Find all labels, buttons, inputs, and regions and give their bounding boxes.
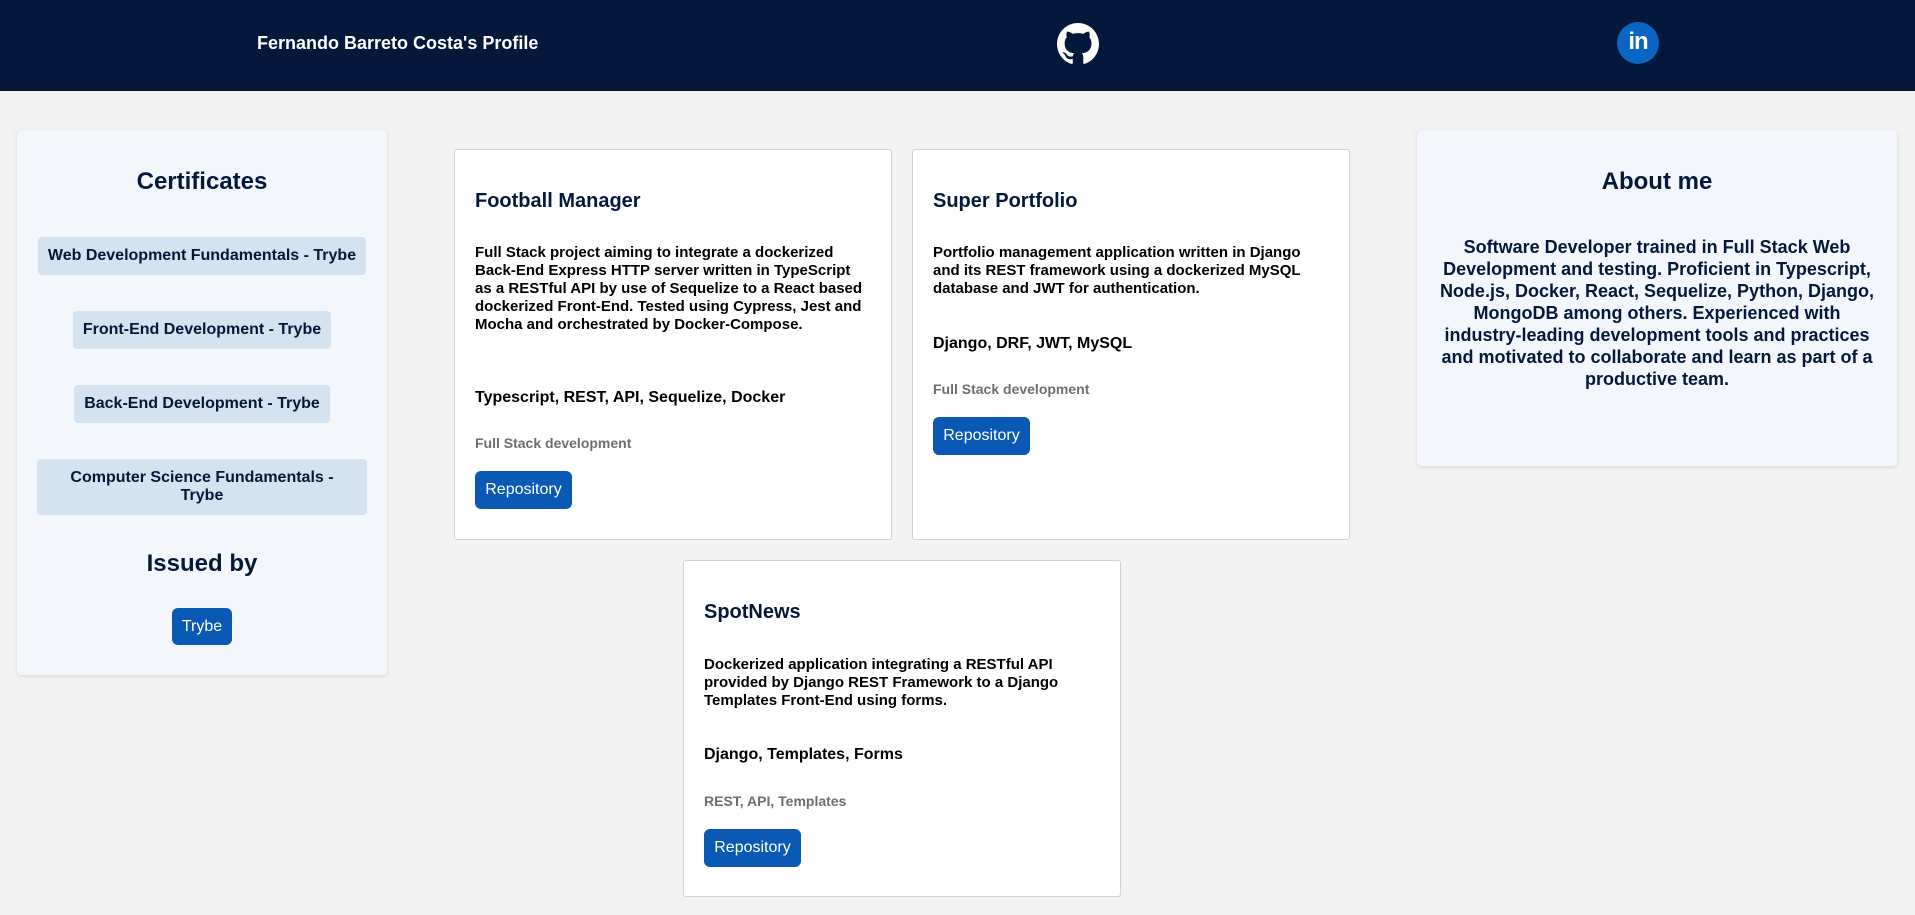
certificate-chip: Web Development Fundamentals - Trybe [38,237,366,275]
project-stack: Django, DRF, JWT, MySQL [933,335,1133,352]
project-title: SpotNews [704,601,801,623]
project-description: Dockerized application integrating a RES… [704,656,1059,709]
project-stack: Typescript, REST, API, Sequelize, Docker [475,389,786,406]
top-header: Fernando Barreto Costa's Profile in [0,0,1915,91]
project-stack: Django, Templates, Forms [704,746,903,763]
page-title: Fernando Barreto Costa's Profile [257,33,539,53]
project-category: Full Stack development [933,381,1090,397]
certificates-panel: Certificates Web Development Fundamental… [17,130,387,675]
about-heading: About me [1601,168,1713,195]
certificate-chip: Front-End Development - Trybe [73,311,331,349]
project-card: SpotNews Dockerized application integrat… [683,560,1121,897]
repository-button[interactable]: Repository [704,829,801,867]
linkedin-icon[interactable]: in [1617,22,1659,64]
linkedin-glyph: in [1628,28,1648,55]
certificates-heading: Certificates [136,168,268,195]
about-panel: About me Software Developer trained in F… [1417,130,1897,466]
project-description: Portfolio management application written… [933,244,1301,297]
trybe-button[interactable]: Trybe [172,608,232,645]
certificate-chip: Back-End Development - Trybe [74,385,330,423]
repository-button[interactable]: Repository [933,417,1030,455]
about-text: Software Developer trained in Full Stack… [1439,237,1875,389]
project-title: Football Manager [475,190,641,212]
project-card: Super Portfolio Portfolio management app… [912,149,1350,540]
issued-by-heading: Issued by [146,550,258,577]
project-card: Football Manager Full Stack project aimi… [454,149,892,540]
certificate-chip: Computer Science Fundamentals - Trybe [37,459,367,515]
project-description: Full Stack project aiming to integrate a… [475,244,863,333]
project-category: Full Stack development [475,435,632,451]
project-category: REST, API, Templates [704,793,847,809]
github-icon[interactable] [1057,23,1099,65]
project-title: Super Portfolio [933,190,1078,212]
repository-button[interactable]: Repository [475,471,572,509]
